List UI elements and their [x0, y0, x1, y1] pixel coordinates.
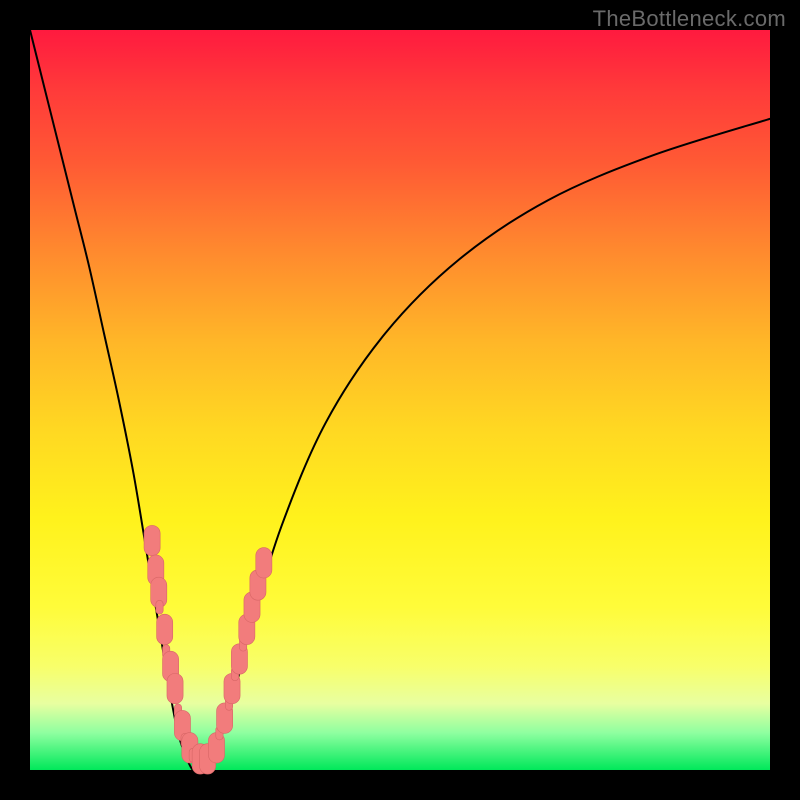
marker-point — [256, 548, 272, 578]
marker-point — [144, 525, 160, 555]
chart-frame: TheBottleneck.com — [0, 0, 800, 800]
marker-layer — [144, 525, 272, 774]
curve-layer — [30, 30, 770, 771]
chart-svg — [30, 30, 770, 770]
marker-point — [157, 614, 173, 644]
watermark-text: TheBottleneck.com — [593, 6, 786, 32]
marker-point — [167, 673, 183, 703]
plot-area — [30, 30, 770, 770]
marker-point — [156, 600, 163, 614]
series-right-curve — [208, 119, 770, 770]
